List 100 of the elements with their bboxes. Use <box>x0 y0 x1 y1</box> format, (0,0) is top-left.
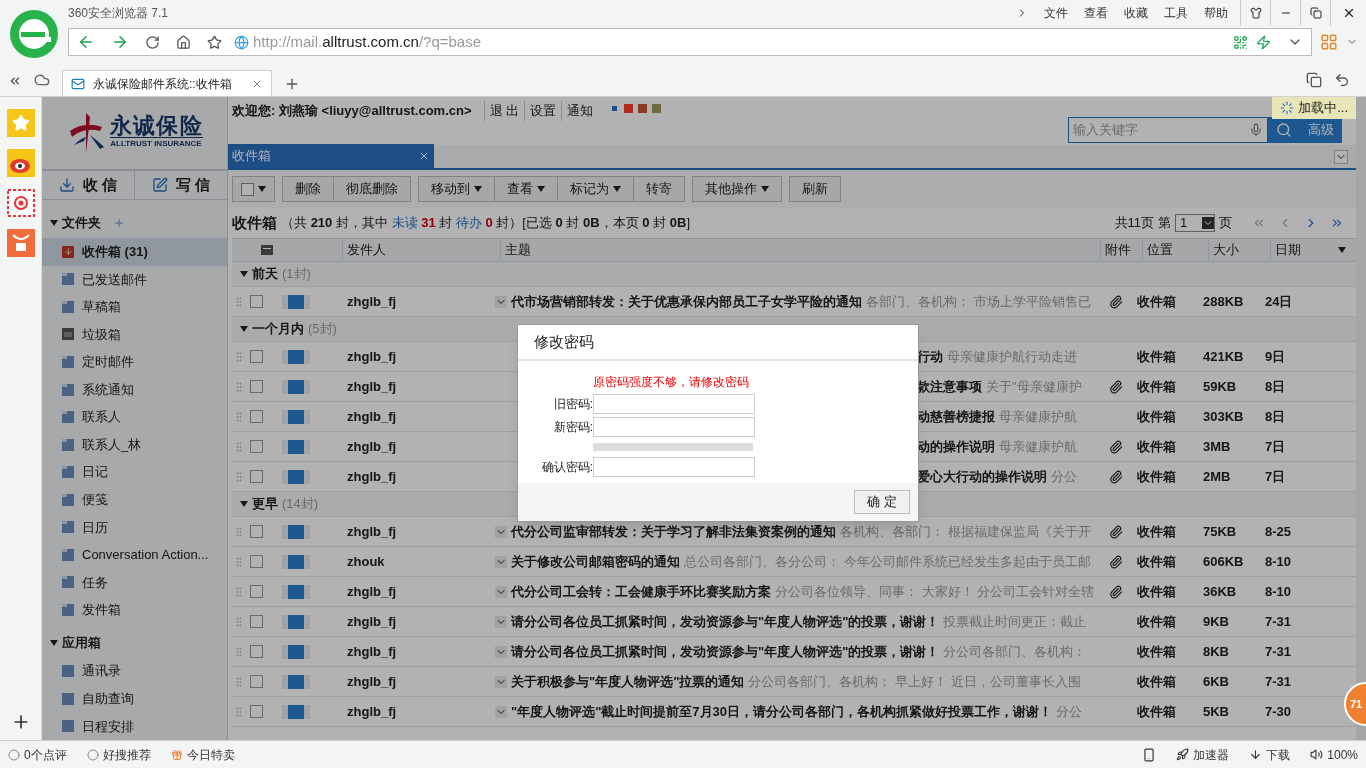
group-label[interactable]: 更早 <box>252 494 278 514</box>
drag-handle-icon[interactable] <box>236 706 242 717</box>
page-select[interactable]: 1 <box>1175 214 1215 232</box>
status-item[interactable]: 100% <box>1327 745 1358 764</box>
expand-icon[interactable] <box>495 525 507 538</box>
caret-icon[interactable] <box>258 186 266 192</box>
drag-handle-icon[interactable] <box>236 411 242 422</box>
folder-item[interactable]: 定时邮件 <box>42 348 227 376</box>
qr-code-icon[interactable] <box>1233 34 1248 50</box>
download-icon[interactable] <box>1249 748 1263 761</box>
speaker-icon[interactable] <box>1310 748 1324 761</box>
expand-icon[interactable] <box>495 555 507 568</box>
last-page-icon[interactable] <box>1330 216 1344 230</box>
gift-icon[interactable] <box>170 748 183 761</box>
content-tab[interactable]: 收件箱 <box>232 146 271 166</box>
header-link[interactable]: 退 出 <box>483 101 525 121</box>
folder-item[interactable]: 联系人 <box>42 403 227 431</box>
toolbar-button[interactable]: 转寄 <box>633 176 685 202</box>
folder-item[interactable]: Conversation Action... <box>42 541 227 569</box>
status-item[interactable]: 0个点评 <box>24 745 67 764</box>
row-checkbox[interactable] <box>250 380 263 393</box>
expand-icon[interactable] <box>495 585 507 598</box>
row-checkbox[interactable] <box>250 470 263 483</box>
theme-swatch[interactable] <box>638 104 648 113</box>
toolbar-button[interactable]: 其他操作 <box>692 176 782 202</box>
row-checkbox[interactable] <box>250 555 263 568</box>
column-header[interactable]: 发件人 <box>347 240 386 260</box>
expand-icon[interactable] <box>495 645 507 658</box>
app-item[interactable]: 自助查询 <box>42 684 227 713</box>
address-bar[interactable]: http://mail.alltrust.com.cn/?q=base <box>68 28 1312 56</box>
status-item[interactable]: 今日特卖 <box>186 745 235 764</box>
drag-handle-icon[interactable] <box>236 351 242 362</box>
collapse-caret-icon[interactable] <box>240 271 248 277</box>
toolbar-button[interactable]: 删除 <box>282 176 334 202</box>
caret-icon[interactable] <box>474 186 482 192</box>
drag-handle-icon[interactable] <box>236 586 242 597</box>
row-checkbox[interactable] <box>250 295 263 308</box>
advanced-search-button[interactable]: 高级 <box>1300 117 1342 143</box>
close-tab-icon[interactable] <box>418 150 430 162</box>
folder-item[interactable]: 收件箱 (31) <box>42 237 227 266</box>
drag-handle-icon[interactable] <box>236 441 242 452</box>
theme-swatch[interactable] <box>652 104 662 113</box>
mail-subject[interactable]: 代分公司监审部转发：关于学习了解非法集资案例的通知 <box>511 521 836 542</box>
search-button[interactable] <box>1268 117 1300 143</box>
caret-icon[interactable] <box>613 186 621 192</box>
shopping-icon[interactable] <box>6 229 35 257</box>
menu-item[interactable]: 帮助 <box>1204 5 1228 21</box>
undo-icon[interactable] <box>1334 72 1350 88</box>
forward-icon[interactable] <box>111 33 129 51</box>
column-settings-icon[interactable] <box>261 245 273 255</box>
drag-handle-icon[interactable] <box>236 676 242 687</box>
row-checkbox[interactable] <box>250 350 263 363</box>
receive-button[interactable]: 收 信 <box>42 170 135 200</box>
add-folder-icon[interactable] <box>113 217 125 230</box>
drag-handle-icon[interactable] <box>236 296 242 307</box>
mail-subject[interactable]: 代分公司工会转：工会健康手环比赛奖励方案 <box>511 581 771 602</box>
collapse-caret-icon[interactable] <box>50 639 58 646</box>
menu-item[interactable]: 文件 <box>1044 5 1068 21</box>
collapse-caret-icon[interactable] <box>50 220 58 227</box>
toolbar-button[interactable]: 查看 <box>494 176 558 202</box>
mail-subject[interactable]: 请分公司各位员工抓紧时间，发动资源参与"年度人物评选"的投票，谢谢！ <box>511 611 940 632</box>
phone-icon[interactable] <box>1142 747 1157 762</box>
status-item[interactable]: 好搜推荐 <box>102 745 151 764</box>
menu-item[interactable]: 查看 <box>1084 5 1108 21</box>
section-title[interactable]: 应用箱 <box>62 632 101 653</box>
toolbar-button[interactable]: 刷新 <box>789 176 841 202</box>
column-header[interactable]: 主题 <box>505 240 531 260</box>
expand-icon[interactable] <box>495 675 507 688</box>
expand-icon[interactable] <box>495 295 507 308</box>
column-header[interactable]: 位置 <box>1147 240 1173 260</box>
app-item[interactable]: 通讯录 <box>42 657 227 685</box>
sidebar-toggle-icon[interactable] <box>8 74 22 88</box>
drag-handle-icon[interactable] <box>236 526 242 537</box>
menu-item[interactable]: 收藏 <box>1124 5 1148 21</box>
expand-icon[interactable] <box>495 705 507 718</box>
mail-subject[interactable]: 请分公司各位员工抓紧时间，发动资源参与"年度人物评选"的投票，谢谢！ <box>511 641 940 662</box>
bookmark-icon[interactable] <box>207 34 222 50</box>
row-checkbox[interactable] <box>250 440 263 453</box>
mail-subject[interactable]: 关于积极参与"年度人物评选"拉票的通知 <box>511 671 745 692</box>
rocket-icon[interactable] <box>1176 748 1190 761</box>
apps-icon[interactable] <box>1320 33 1338 51</box>
home-icon[interactable] <box>176 34 191 50</box>
email-icon[interactable] <box>6 189 35 217</box>
row-checkbox[interactable] <box>250 615 263 628</box>
theme-swatch[interactable] <box>610 104 620 113</box>
row-checkbox[interactable] <box>250 705 263 718</box>
new-tab-icon[interactable] <box>284 76 300 92</box>
first-page-icon[interactable] <box>1252 216 1266 230</box>
url-text[interactable]: http://mail.alltrust.com.cn/?q=base <box>253 30 482 54</box>
row-checkbox[interactable] <box>250 525 263 538</box>
collapse-caret-icon[interactable] <box>240 326 248 332</box>
row-checkbox[interactable] <box>250 410 263 423</box>
sort-caret-icon[interactable] <box>1338 247 1346 253</box>
select-all-button[interactable] <box>232 176 275 202</box>
back-icon[interactable] <box>77 33 95 51</box>
drag-handle-icon[interactable] <box>236 471 242 482</box>
reload-icon[interactable] <box>145 34 160 50</box>
caret-icon[interactable] <box>761 186 769 192</box>
drag-handle-icon[interactable] <box>236 616 242 627</box>
group-label[interactable]: 一个月内 <box>252 319 304 339</box>
